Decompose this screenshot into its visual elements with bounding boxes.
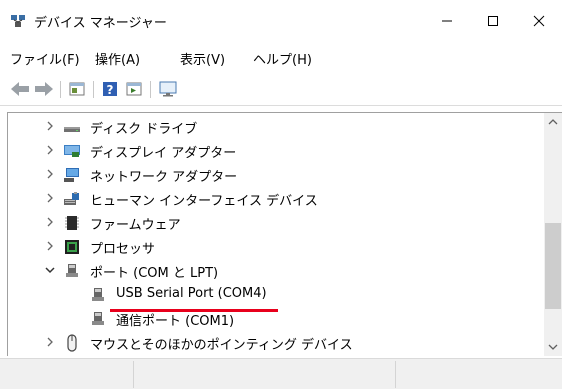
- menu-action[interactable]: 操作(A): [95, 49, 140, 68]
- tree-item-disk-drives[interactable]: ディスク ドライブ: [8, 115, 544, 139]
- menu-file[interactable]: ファイル(F): [10, 49, 80, 68]
- forward-arrow-icon: [35, 82, 53, 96]
- scroll-up-icon: [548, 119, 558, 125]
- maximize-button[interactable]: [470, 0, 516, 42]
- tree-item-firmware[interactable]: ファームウェア: [8, 211, 544, 235]
- close-button[interactable]: [516, 0, 562, 42]
- window-title: デバイス マネージャー: [34, 16, 167, 31]
- menu-bar: ファイル(F) 操作(A) 表示(V) ヘルプ(H): [0, 42, 562, 72]
- firmware-icon: [65, 216, 79, 230]
- tree-item-label: ネットワーク アダプター: [90, 170, 238, 185]
- tree-item-label: 通信ポート (COM1): [116, 314, 235, 329]
- tree-item-hid[interactable]: ヒューマン インターフェイス デバイス: [8, 187, 544, 211]
- monitor-icon: [159, 81, 177, 97]
- tree-item-label: ヒューマン インターフェイス デバイス: [90, 194, 318, 209]
- back-button[interactable]: [10, 79, 30, 99]
- tree-item-label: マウスとそのほかのポインティング デバイス: [90, 338, 353, 353]
- vertical-scrollbar[interactable]: [544, 113, 562, 356]
- processor-icon: [65, 240, 79, 254]
- tree-item-mice[interactable]: マウスとそのほかのポインティング デバイス: [8, 331, 544, 355]
- port-icon: [66, 264, 78, 277]
- device-tree: ディスク ドライブ ディスプレイ アダプター ネットワーク アダプター ヒューマ…: [7, 112, 562, 356]
- svg-text:?: ?: [107, 83, 114, 97]
- tree-item-processors[interactable]: プロセッサ: [8, 235, 544, 259]
- scroll-down-icon: [548, 344, 558, 350]
- tree-item-label: プロセッサ: [90, 242, 156, 257]
- minimize-icon: [442, 20, 452, 22]
- tree-item-label: ディスプレイ アダプター: [90, 146, 237, 161]
- port-icon: [92, 288, 104, 301]
- chevron-right-icon[interactable]: [44, 143, 56, 157]
- minimize-button[interactable]: [424, 0, 470, 42]
- title-bar: デバイス マネージャー: [0, 0, 562, 42]
- properties-button[interactable]: [67, 79, 87, 99]
- scroll-up-button[interactable]: [544, 113, 562, 131]
- display-adapter-icon: [64, 145, 80, 157]
- toolbar-separator: [150, 81, 151, 98]
- mouse-icon: [67, 334, 77, 352]
- chevron-right-icon[interactable]: [44, 191, 56, 205]
- help-icon: ?: [103, 82, 117, 97]
- tree-item-display-adapters[interactable]: ディスプレイ アダプター: [8, 139, 544, 163]
- chevron-right-icon[interactable]: [44, 119, 56, 133]
- tree-item-label: ディスク ドライブ: [90, 122, 198, 137]
- highlight-underline: [110, 309, 278, 312]
- chevron-right-icon[interactable]: [44, 167, 56, 181]
- status-bar: [0, 358, 562, 389]
- action-pane-icon: [126, 82, 142, 96]
- scroll-down-button[interactable]: [544, 338, 562, 356]
- help-button[interactable]: ?: [100, 79, 120, 99]
- chevron-down-icon[interactable]: [44, 263, 56, 277]
- network-adapter-icon: [64, 168, 79, 182]
- scan-hardware-button[interactable]: [158, 79, 178, 99]
- chevron-right-icon[interactable]: [44, 239, 56, 253]
- properties-icon: [69, 82, 85, 96]
- status-pane: [134, 361, 396, 388]
- close-icon: [533, 15, 545, 27]
- forward-button[interactable]: [34, 79, 54, 99]
- toolbar-separator: [60, 81, 61, 98]
- action-pane-button[interactable]: [124, 79, 144, 99]
- toolbar-separator: [93, 81, 94, 98]
- tree-item-ports[interactable]: ポート (COM と LPT): [8, 259, 544, 283]
- tree-item-label: ポート (COM と LPT): [90, 266, 219, 281]
- disk-drive-icon: [64, 127, 80, 132]
- tree-item-label: USB Serial Port (COM4): [116, 286, 267, 301]
- tree-item-usb-serial-port[interactable]: USB Serial Port (COM4): [8, 283, 544, 307]
- back-arrow-icon: [11, 82, 29, 96]
- scrollbar-thumb[interactable]: [545, 223, 561, 309]
- toolbar: ?: [0, 72, 562, 106]
- hid-icon: [64, 192, 79, 205]
- tree-item-network-adapters[interactable]: ネットワーク アダプター: [8, 163, 544, 187]
- chevron-right-icon[interactable]: [44, 335, 56, 349]
- menu-help[interactable]: ヘルプ(H): [253, 49, 312, 68]
- tree-item-label: ファームウェア: [90, 218, 181, 233]
- maximize-icon: [488, 16, 498, 26]
- port-icon: [92, 312, 104, 325]
- menu-view[interactable]: 表示(V): [180, 49, 225, 68]
- chevron-right-icon[interactable]: [44, 215, 56, 229]
- device-manager-icon: [11, 15, 25, 27]
- status-pane: [0, 361, 134, 388]
